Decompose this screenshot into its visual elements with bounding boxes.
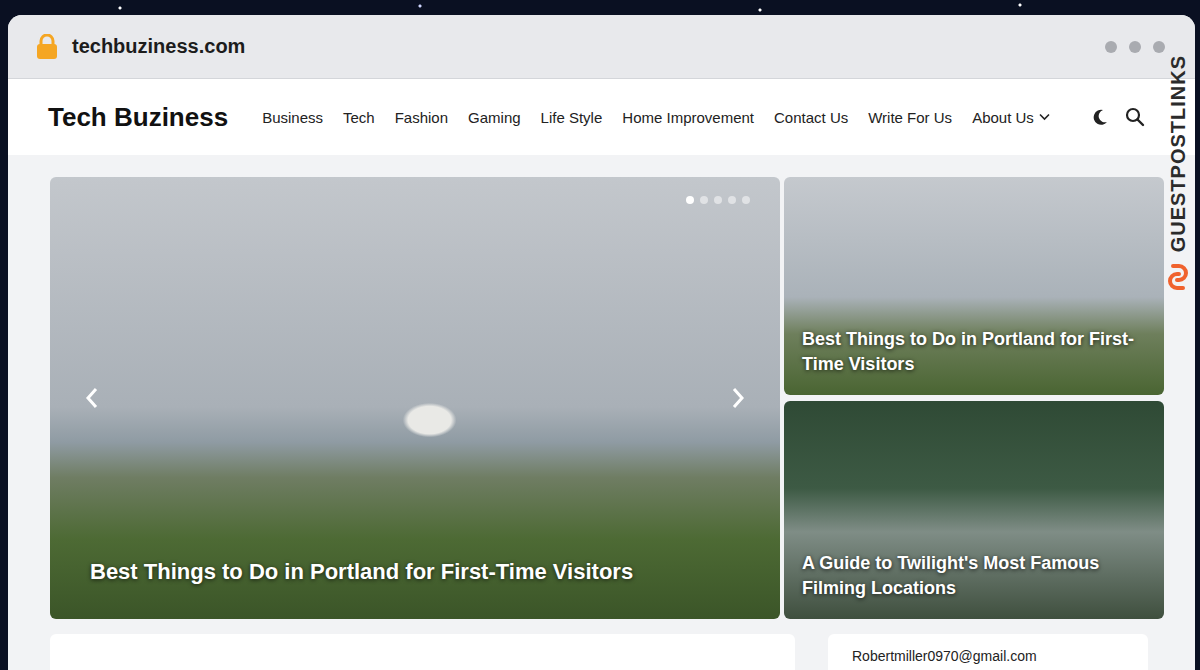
slider-dots	[686, 196, 750, 204]
page-content: Best Things to Do in Portland for First-…	[8, 155, 1195, 670]
site-logo[interactable]: Tech Buziness	[48, 102, 228, 133]
featured-title[interactable]: A Guide to Twilight's Most Famous Filmin…	[802, 551, 1148, 601]
window-dot[interactable]	[1153, 41, 1165, 53]
scene: techbuziness.com Tech Buziness Business …	[0, 0, 1200, 670]
nav-item[interactable]: Contact Us	[774, 109, 848, 126]
main-nav: Business Tech Fashion Gaming Life Style …	[262, 109, 1050, 126]
browser-window: techbuziness.com Tech Buziness Business …	[8, 15, 1195, 670]
nav-item[interactable]: Tech	[343, 109, 375, 126]
address-bar[interactable]: techbuziness.com	[36, 34, 245, 60]
window-dot[interactable]	[1105, 41, 1117, 53]
slider-dot[interactable]	[714, 196, 722, 204]
url-text: techbuziness.com	[72, 35, 245, 58]
watermark-text: GUESTPOSTLINKS	[1167, 55, 1190, 252]
chevron-down-icon	[1039, 113, 1050, 121]
slider-dot[interactable]	[700, 196, 708, 204]
slide-title[interactable]: Best Things to Do in Portland for First-…	[90, 559, 740, 585]
featured-list: Best Things to Do in Portland for First-…	[784, 177, 1164, 619]
below-row: Robertmiller0970@gmail.com	[50, 634, 1195, 670]
nav-item[interactable]: Fashion	[395, 109, 448, 126]
slider-dot[interactable]	[686, 196, 694, 204]
chevron-right-icon[interactable]	[730, 386, 746, 410]
nav-item[interactable]: Business	[262, 109, 323, 126]
featured-card[interactable]: Best Things to Do in Portland for First-…	[784, 177, 1164, 395]
nav-item[interactable]: Home Improvement	[622, 109, 754, 126]
link-logo-icon	[1165, 262, 1191, 292]
window-controls	[1105, 41, 1165, 53]
nav-item[interactable]: Write For Us	[868, 109, 952, 126]
sidebar-panel: Robertmiller0970@gmail.com	[828, 634, 1148, 670]
search-icon[interactable]	[1125, 107, 1145, 127]
site-header: Tech Buziness Business Tech Fashion Gami…	[8, 79, 1195, 155]
slider-dot[interactable]	[742, 196, 750, 204]
window-dot[interactable]	[1129, 41, 1141, 53]
watermark: GUESTPOSTLINKS	[1161, 55, 1195, 292]
post-list-panel	[50, 634, 795, 670]
slider-dot[interactable]	[728, 196, 736, 204]
contact-email[interactable]: Robertmiller0970@gmail.com	[852, 648, 1037, 664]
chevron-left-icon[interactable]	[84, 386, 100, 410]
hero-slider[interactable]: Best Things to Do in Portland for First-…	[50, 177, 780, 619]
featured-title[interactable]: Best Things to Do in Portland for First-…	[802, 327, 1148, 377]
nav-item[interactable]: Gaming	[468, 109, 521, 126]
browser-toolbar: techbuziness.com	[8, 15, 1195, 79]
lock-icon	[36, 34, 58, 60]
header-tools	[1091, 107, 1145, 127]
hero-row: Best Things to Do in Portland for First-…	[50, 177, 1195, 619]
nav-item[interactable]: About Us	[972, 109, 1050, 126]
moon-icon[interactable]	[1091, 108, 1109, 126]
nav-item[interactable]: Life Style	[541, 109, 603, 126]
featured-card[interactable]: A Guide to Twilight's Most Famous Filmin…	[784, 401, 1164, 619]
